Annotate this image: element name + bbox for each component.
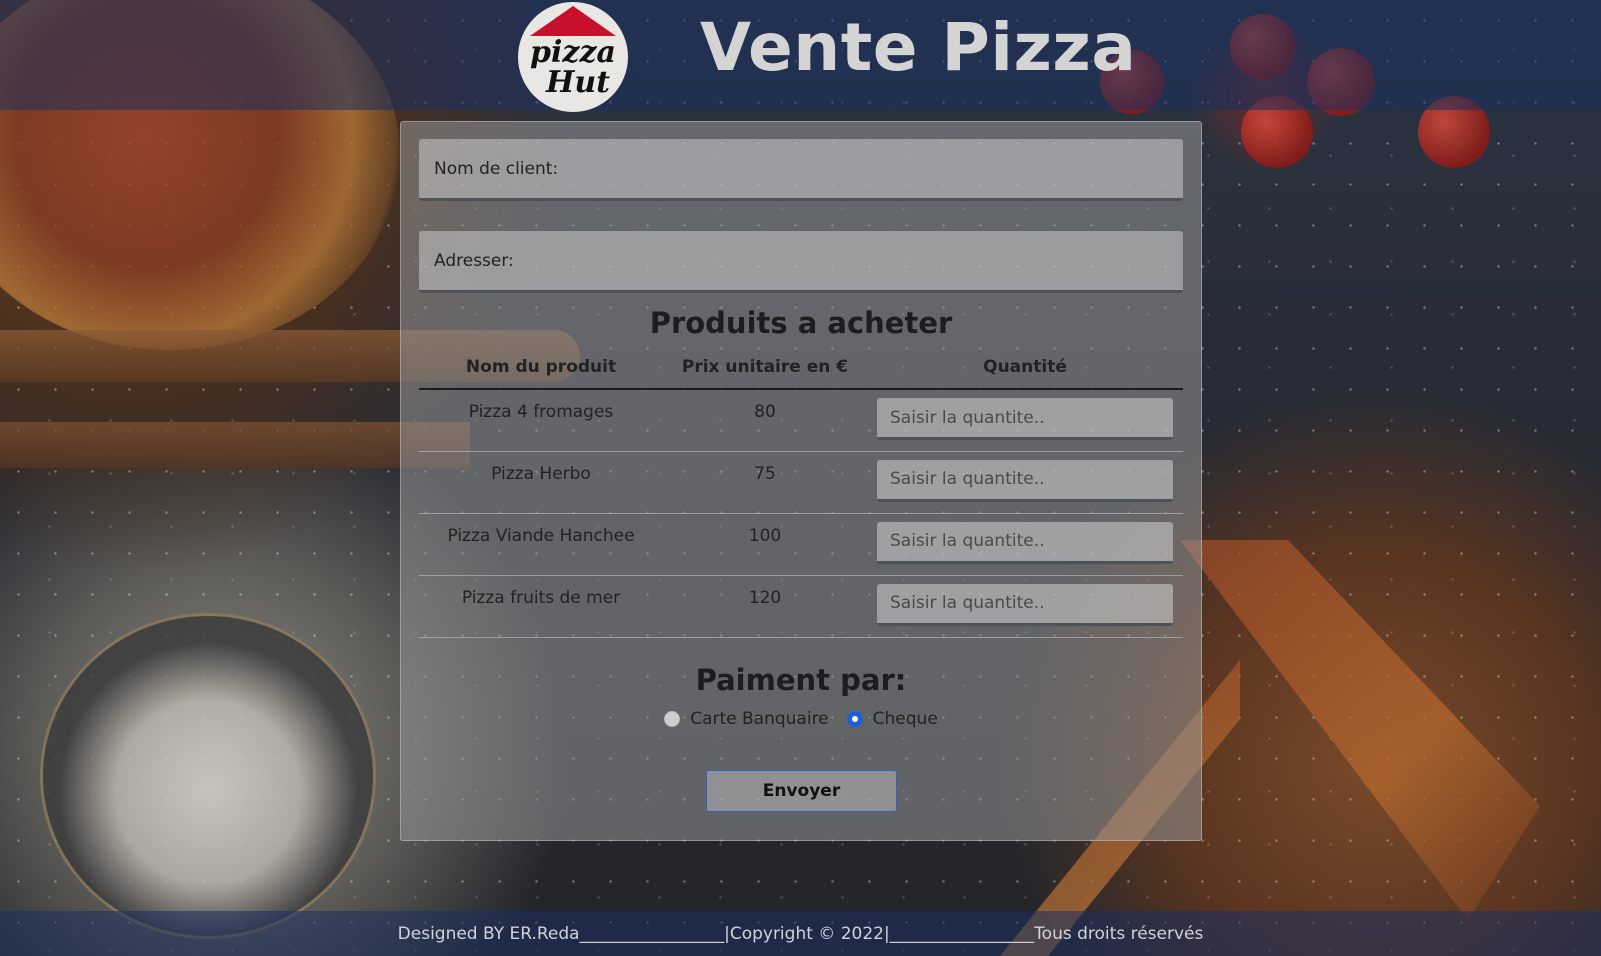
table-row: Pizza fruits de mer 120 bbox=[419, 575, 1183, 638]
product-price: 80 bbox=[663, 389, 867, 452]
column-header-unit-price: Prix unitaire en € bbox=[663, 346, 867, 390]
quantity-cell bbox=[867, 451, 1183, 514]
quantity-cell bbox=[867, 575, 1183, 638]
product-name: Pizza fruits de mer bbox=[419, 575, 663, 638]
address-field[interactable] bbox=[419, 231, 1183, 293]
table-row: Pizza 4 fromages 80 bbox=[419, 389, 1183, 452]
site-header: pizza Hut Vente Pizza bbox=[0, 0, 1601, 112]
table-row: Pizza Viande Hanchee 100 bbox=[419, 513, 1183, 576]
payment-option-card[interactable]: Carte Banquaire bbox=[664, 709, 829, 729]
payment-section-title: Paiment par: bbox=[695, 663, 907, 697]
payment-option-cheque[interactable]: Cheque bbox=[846, 709, 938, 729]
quantity-cell bbox=[867, 513, 1183, 576]
product-price: 120 bbox=[663, 575, 867, 638]
footer-text: Designed BY ER.Reda_________________|Cop… bbox=[397, 923, 1204, 944]
customer-name-field[interactable] bbox=[419, 139, 1183, 201]
quantity-input[interactable] bbox=[877, 521, 1173, 564]
column-header-product-name: Nom du produit bbox=[419, 346, 663, 390]
quantity-input[interactable] bbox=[877, 583, 1173, 626]
quantity-input[interactable] bbox=[877, 398, 1173, 440]
product-price: 75 bbox=[663, 451, 867, 514]
background-pizza-slice bbox=[1180, 540, 1540, 920]
column-header-quantity: Quantité bbox=[867, 346, 1183, 390]
logo-roof-icon bbox=[530, 6, 616, 36]
logo-text-line1: pizza bbox=[530, 35, 616, 70]
site-footer: Designed BY ER.Reda_________________|Cop… bbox=[0, 911, 1601, 956]
products-table: Nom du produit Prix unitaire en € Quanti… bbox=[419, 346, 1183, 638]
table-header-row: Nom du produit Prix unitaire en € Quanti… bbox=[419, 346, 1183, 390]
submit-button[interactable]: Envoyer bbox=[706, 770, 897, 812]
quantity-cell bbox=[867, 389, 1183, 452]
payment-option-cheque-label: Cheque bbox=[872, 709, 938, 729]
radio-cheque[interactable] bbox=[846, 711, 863, 727]
payment-options: Carte Banquaire Cheque bbox=[401, 709, 1201, 729]
page-title: Vente Pizza bbox=[700, 9, 1137, 86]
quantity-input[interactable] bbox=[877, 459, 1173, 502]
product-name: Pizza Herbo bbox=[419, 451, 663, 514]
background-flour-bowl bbox=[40, 613, 376, 939]
product-name: Pizza Viande Hanchee bbox=[419, 513, 663, 576]
table-row: Pizza Herbo 75 bbox=[419, 451, 1183, 514]
order-form: Produits a acheter Nom du produit Prix u… bbox=[400, 121, 1202, 841]
products-section-title: Produits a acheter bbox=[649, 306, 953, 340]
radio-card[interactable] bbox=[664, 711, 681, 727]
product-name: Pizza 4 fromages bbox=[419, 389, 663, 452]
logo-text-line2: Hut bbox=[545, 65, 610, 100]
payment-option-card-label: Carte Banquaire bbox=[690, 709, 829, 729]
pizza-hut-logo: pizza Hut bbox=[518, 2, 628, 112]
product-price: 100 bbox=[663, 513, 867, 576]
